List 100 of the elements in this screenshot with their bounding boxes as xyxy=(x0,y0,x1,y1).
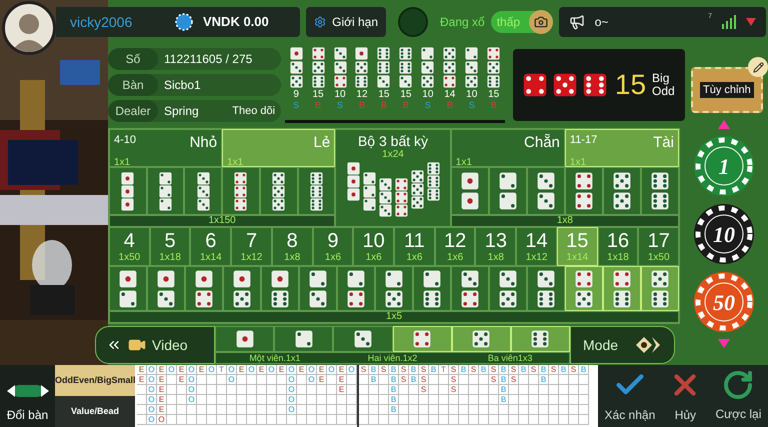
road-cell: S xyxy=(489,375,499,385)
combo-bet[interactable] xyxy=(299,266,337,311)
die-icon xyxy=(394,178,408,191)
follow-button[interactable]: Theo dõi xyxy=(232,102,282,120)
single-bet[interactable] xyxy=(215,326,274,352)
total-bet[interactable]: 13 1x8 xyxy=(475,227,516,266)
die-icon xyxy=(346,175,360,188)
payout-label: Hai viên.1x2 xyxy=(366,353,418,363)
chip[interactable]: 50 xyxy=(693,271,755,333)
road-cell: B xyxy=(429,365,439,375)
triple-bet[interactable] xyxy=(109,167,147,215)
total-bet[interactable]: 6 1x14 xyxy=(190,227,232,266)
combo-bet[interactable] xyxy=(109,266,147,311)
die-icon xyxy=(196,198,210,210)
history-result: B xyxy=(315,101,322,110)
die-icon xyxy=(159,198,172,210)
megaphone-icon xyxy=(568,14,585,30)
combo-bet[interactable] xyxy=(527,266,565,311)
result-label: Big xyxy=(652,72,670,85)
total-bet[interactable]: 4 1x50 xyxy=(109,227,150,266)
road-cell: E xyxy=(157,395,167,405)
die-icon xyxy=(196,184,210,198)
die-icon xyxy=(426,188,440,201)
announcement-text: o~ xyxy=(594,14,610,31)
road-cell: O xyxy=(287,375,297,385)
die-icon xyxy=(574,192,593,210)
combo-bet[interactable] xyxy=(337,266,375,311)
total-bet[interactable]: 7 1x12 xyxy=(231,227,272,266)
road-cell: E xyxy=(297,365,307,375)
total-bet[interactable]: 10 1x6 xyxy=(353,227,394,266)
road-cell: E xyxy=(337,365,347,375)
total-bet[interactable]: 17 1x50 xyxy=(638,227,680,266)
combo-bet[interactable] xyxy=(375,266,413,311)
chip[interactable]: 1 xyxy=(693,135,755,197)
total-bet[interactable]: 5 1x18 xyxy=(150,227,190,266)
road-cell: B xyxy=(559,365,569,375)
bet-area[interactable]: 4-10 Nhỏ 1x1 xyxy=(109,129,222,167)
road-cell: S xyxy=(489,365,499,375)
double-bet[interactable] xyxy=(488,167,527,215)
total-bet[interactable]: 14 1x12 xyxy=(516,227,557,266)
limit-button[interactable]: Giới hạn xyxy=(306,7,386,37)
road-cell: O xyxy=(267,365,277,375)
combo-bet[interactable] xyxy=(223,266,261,311)
action-button[interactable]: Xác nhận xyxy=(604,368,656,424)
action-button[interactable]: Hủy xyxy=(668,368,702,424)
payout-bar: 1x8 xyxy=(450,215,679,227)
double-bet[interactable] xyxy=(602,167,641,215)
video-button[interactable]: Video xyxy=(95,326,215,364)
combo-bet[interactable] xyxy=(185,266,223,311)
triple-bet[interactable] xyxy=(222,167,260,215)
road-cell: B xyxy=(369,365,379,375)
double-bet[interactable] xyxy=(526,167,565,215)
road-cell: S xyxy=(549,365,559,375)
total-bet[interactable]: 8 1x8 xyxy=(272,227,313,266)
single-bet[interactable] xyxy=(333,326,393,352)
road-cell: O xyxy=(287,405,297,415)
road-tab[interactable]: OddEven/BigSmall xyxy=(55,365,135,396)
history-result: B xyxy=(380,101,387,110)
die-icon xyxy=(272,198,286,210)
triple-bet[interactable] xyxy=(260,167,298,215)
history-total: 15 xyxy=(400,89,412,100)
double-bet[interactable] xyxy=(450,167,489,215)
chip[interactable]: 10 xyxy=(693,203,755,265)
pencil-icon[interactable] xyxy=(748,57,768,77)
double-bet[interactable] xyxy=(564,167,603,215)
chip-value: 50 xyxy=(713,290,735,314)
road-cell: E xyxy=(177,365,187,375)
combo-bet[interactable] xyxy=(489,266,527,311)
dropdown-icon[interactable] xyxy=(746,18,756,26)
road-cell: E xyxy=(177,375,187,385)
combo-bet[interactable] xyxy=(413,266,451,311)
total-bet[interactable]: 12 1x6 xyxy=(434,227,476,266)
die-icon xyxy=(378,178,392,191)
total-bet[interactable]: 16 1x18 xyxy=(598,227,638,266)
die-icon xyxy=(346,188,360,201)
road-cell: E xyxy=(157,385,167,395)
chip-value: 1 xyxy=(718,154,730,178)
road-cell: B xyxy=(519,365,529,375)
triple-bet[interactable] xyxy=(184,167,222,215)
triple-bet[interactable] xyxy=(146,167,184,215)
customize-button[interactable]: Tùy chỉnh xyxy=(690,67,763,113)
total-bet[interactable]: 9 1x6 xyxy=(312,227,354,266)
combo-bet[interactable] xyxy=(147,266,185,311)
road-cell: O xyxy=(347,365,357,375)
road-cell: O xyxy=(307,365,317,375)
double-bet[interactable] xyxy=(640,167,679,215)
bet-area[interactable]: Chẵn 1x1 xyxy=(450,129,565,167)
combo-bet[interactable] xyxy=(451,266,489,311)
triple-bet[interactable] xyxy=(298,167,336,215)
action-button[interactable]: Cược lại xyxy=(715,369,762,423)
road-cell: T xyxy=(217,365,227,375)
combo-bet[interactable] xyxy=(261,266,299,311)
change-table-button[interactable]: Đổi bàn xyxy=(0,365,55,427)
mode-button[interactable]: Mode xyxy=(570,326,675,364)
history-result: B xyxy=(446,101,453,110)
single-bet[interactable] xyxy=(274,326,334,352)
road-cell: E xyxy=(317,365,327,375)
road-tab[interactable]: Value/Bead xyxy=(55,396,135,427)
total-bet[interactable]: 11 1x6 xyxy=(394,227,435,266)
any-triple-bet[interactable]: Bộ 3 bất kỳ 1x24 xyxy=(335,129,451,227)
